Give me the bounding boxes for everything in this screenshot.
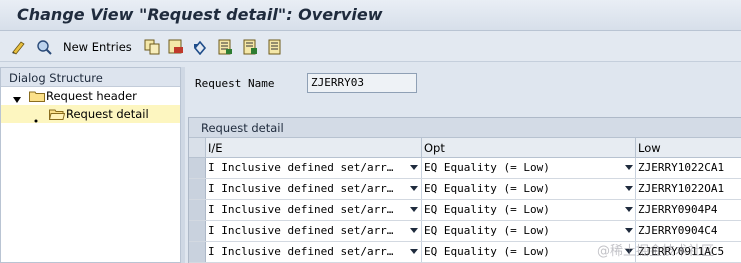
dropdown-arrow-icon[interactable]: [410, 165, 418, 170]
tree-item-request-header[interactable]: Request header: [1, 87, 180, 105]
opt-cell[interactable]: EQ Equality (= Low): [424, 161, 624, 174]
row-selector[interactable]: [189, 221, 206, 241]
ie-cell[interactable]: I Inclusive defined set/arr…: [208, 224, 408, 237]
dropdown-arrow-icon[interactable]: [625, 186, 633, 191]
select-block-icon[interactable]: [241, 38, 258, 55]
dropdown-arrow-icon[interactable]: [625, 228, 633, 233]
page-title: Change View "Request detail": Overview: [17, 5, 383, 24]
request-name-field[interactable]: ZJERRY03: [307, 73, 417, 93]
ie-cell[interactable]: I Inclusive defined set/arr…: [208, 203, 408, 216]
request-name-label: Request Name: [195, 77, 275, 90]
table-row: I Inclusive defined set/arr… EQ Equality…: [189, 200, 741, 221]
column-header-low[interactable]: Low: [638, 141, 661, 155]
dropdown-arrow-icon[interactable]: [625, 207, 633, 212]
column-divider: [421, 158, 422, 178]
low-cell[interactable]: ZJERRY1022CA1: [638, 161, 741, 174]
open-folder-icon: [48, 108, 66, 120]
dropdown-arrow-icon[interactable]: [410, 228, 418, 233]
dialog-structure-heading: Dialog Structure: [1, 68, 180, 87]
column-divider: [421, 179, 422, 199]
dropdown-arrow-icon[interactable]: [410, 249, 418, 254]
copy-icon[interactable]: [143, 38, 160, 55]
dropdown-arrow-icon[interactable]: [625, 165, 633, 170]
tree-item-label: Request header: [46, 89, 137, 103]
opt-cell[interactable]: EQ Equality (= Low): [424, 203, 624, 216]
delete-icon[interactable]: [167, 38, 184, 55]
deselect-all-icon[interactable]: [266, 38, 283, 55]
dialog-structure-panel: Dialog Structure Request header Request …: [0, 67, 181, 263]
column-divider: [421, 200, 422, 220]
column-divider: [421, 221, 422, 241]
opt-cell[interactable]: EQ Equality (= Low): [424, 224, 624, 237]
display-icon[interactable]: [35, 38, 52, 55]
column-header-opt[interactable]: Opt: [424, 141, 445, 155]
row-selector[interactable]: [189, 179, 206, 199]
low-cell[interactable]: ZJERRY1022OA1: [638, 182, 741, 195]
column-divider: [421, 138, 422, 157]
column-divider: [635, 179, 636, 199]
new-entries-button[interactable]: New Entries: [63, 40, 132, 54]
select-all-rows-button[interactable]: [189, 138, 206, 157]
select-all-icon[interactable]: [216, 38, 233, 55]
dropdown-arrow-icon[interactable]: [410, 207, 418, 212]
ie-cell[interactable]: I Inclusive defined set/arr…: [208, 161, 408, 174]
low-cell[interactable]: ZJERRY0904P4: [638, 203, 741, 216]
expanded-triangle-icon[interactable]: [13, 92, 21, 106]
title-bar: Change View "Request detail": Overview: [0, 0, 741, 31]
edit-toggle-icon[interactable]: [10, 38, 27, 55]
undo-icon[interactable]: [191, 38, 208, 55]
table-row: I Inclusive defined set/arr… EQ Equality…: [189, 179, 741, 200]
table-header: I/E Opt Low: [189, 138, 741, 158]
column-divider: [635, 158, 636, 178]
bullet-icon: [34, 112, 38, 126]
opt-cell[interactable]: EQ Equality (= Low): [424, 182, 624, 195]
ie-cell[interactable]: I Inclusive defined set/arr…: [208, 182, 408, 195]
column-divider: [635, 138, 636, 157]
column-divider: [635, 200, 636, 220]
tree-item-label: Request detail: [66, 107, 149, 121]
table-row: I Inclusive defined set/arr… EQ Equality…: [189, 158, 741, 179]
table-title: Request detail: [189, 118, 741, 138]
row-selector[interactable]: [189, 200, 206, 220]
tree-item-request-detail[interactable]: Request detail: [1, 105, 180, 123]
ie-cell[interactable]: I Inclusive defined set/arr…: [208, 245, 408, 258]
table-row: I Inclusive defined set/arr… EQ Equality…: [189, 221, 741, 242]
folder-icon: [29, 90, 45, 102]
dropdown-arrow-icon[interactable]: [410, 186, 418, 191]
panel-splitter[interactable]: [181, 67, 185, 263]
opt-cell[interactable]: EQ Equality (= Low): [424, 245, 624, 258]
row-selector[interactable]: [189, 158, 206, 178]
low-cell[interactable]: ZJERRY0904C4: [638, 224, 741, 237]
column-divider: [635, 221, 636, 241]
column-header-ie[interactable]: I/E: [208, 141, 223, 155]
column-divider: [421, 242, 422, 262]
watermark: @稀土掘金技术社区: [597, 244, 715, 259]
row-selector[interactable]: [189, 242, 206, 262]
application-toolbar: New Entries: [0, 31, 741, 62]
